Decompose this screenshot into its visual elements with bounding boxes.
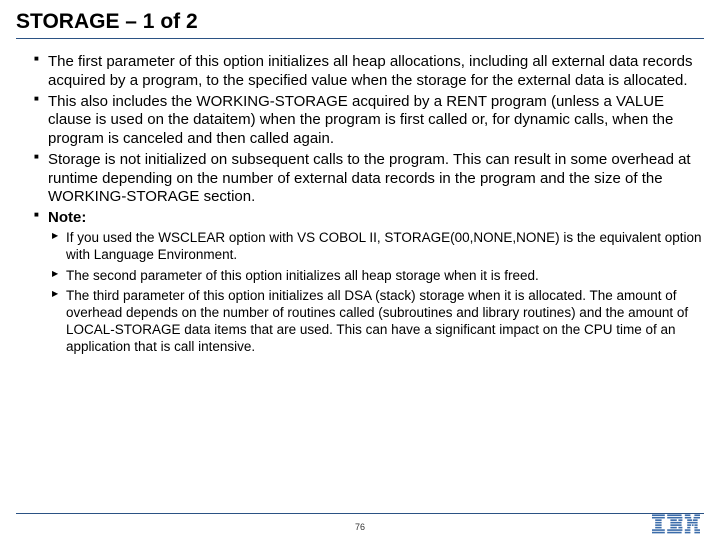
note-item: The third parameter of this option initi… bbox=[52, 288, 704, 356]
slide-body: STORAGE – 1 of 2 The first parameter of … bbox=[0, 0, 720, 356]
note-sub-list: If you used the WSCLEAR option with VS C… bbox=[16, 230, 704, 356]
bullet-item-note: Note: bbox=[34, 209, 704, 228]
ibm-logo-icon bbox=[652, 514, 700, 534]
slide-title: STORAGE – 1 of 2 bbox=[16, 10, 704, 34]
bullet-item: The first parameter of this option initi… bbox=[34, 53, 704, 91]
footer-separator bbox=[16, 513, 704, 514]
main-bullet-list: The first parameter of this option initi… bbox=[16, 53, 704, 228]
note-item: The second parameter of this option init… bbox=[52, 268, 704, 285]
bullet-item: This also includes the WORKING-STORAGE a… bbox=[34, 93, 704, 149]
page-number: 76 bbox=[355, 522, 365, 532]
note-label: Note: bbox=[48, 209, 86, 226]
note-item: If you used the WSCLEAR option with VS C… bbox=[52, 230, 704, 264]
bullet-item: Storage is not initialized on subsequent… bbox=[34, 151, 704, 207]
title-separator bbox=[16, 38, 704, 39]
